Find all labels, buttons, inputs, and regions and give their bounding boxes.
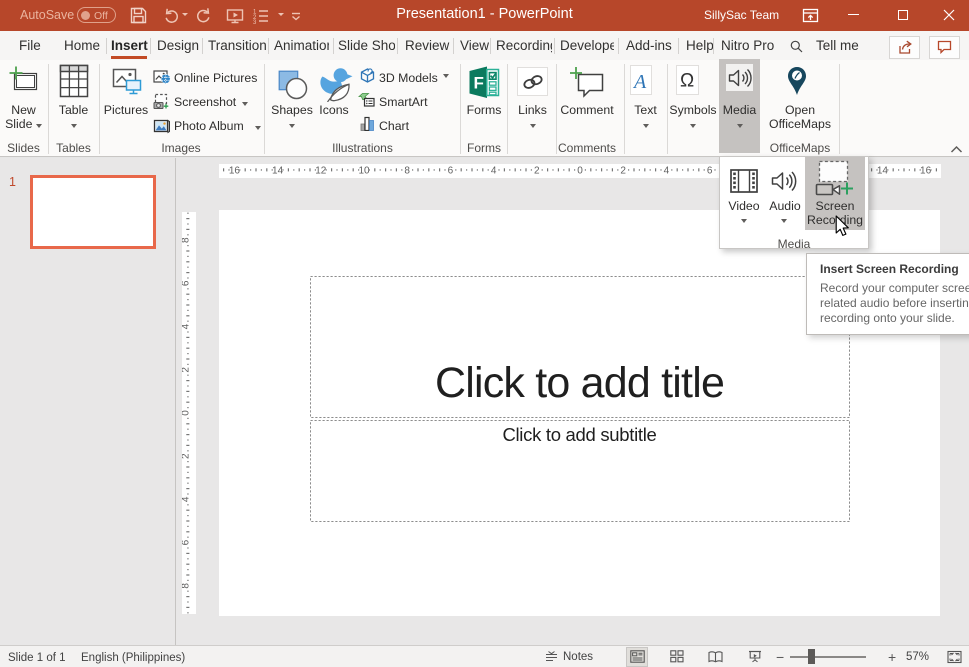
svg-text:Ω: Ω <box>680 71 694 92</box>
svg-text:F: F <box>474 74 484 93</box>
svg-text:8: 8 <box>182 237 192 243</box>
svg-text:2: 2 <box>182 367 192 373</box>
svg-text:14: 14 <box>272 166 284 177</box>
svg-text:8: 8 <box>182 583 192 589</box>
svg-text:4: 4 <box>182 323 192 329</box>
svg-text:2: 2 <box>620 166 626 177</box>
svg-text:14: 14 <box>877 166 889 177</box>
svg-text:6: 6 <box>182 539 192 545</box>
svg-text:2: 2 <box>182 453 192 459</box>
svg-text:6: 6 <box>448 166 454 177</box>
svg-text:16: 16 <box>920 166 932 177</box>
svg-text:4: 4 <box>491 166 497 177</box>
svg-text:0: 0 <box>182 410 192 416</box>
svg-text:2: 2 <box>534 166 540 177</box>
svg-text:8: 8 <box>404 166 410 177</box>
svg-text:6: 6 <box>707 166 713 177</box>
svg-text:10: 10 <box>358 166 370 177</box>
svg-text:4: 4 <box>182 496 192 502</box>
svg-text:16: 16 <box>229 166 241 177</box>
svg-text:6: 6 <box>182 280 192 286</box>
svg-text:0: 0 <box>577 166 583 177</box>
svg-text:4: 4 <box>664 166 670 177</box>
svg-text:A: A <box>632 71 647 92</box>
svg-text:12: 12 <box>315 166 327 177</box>
